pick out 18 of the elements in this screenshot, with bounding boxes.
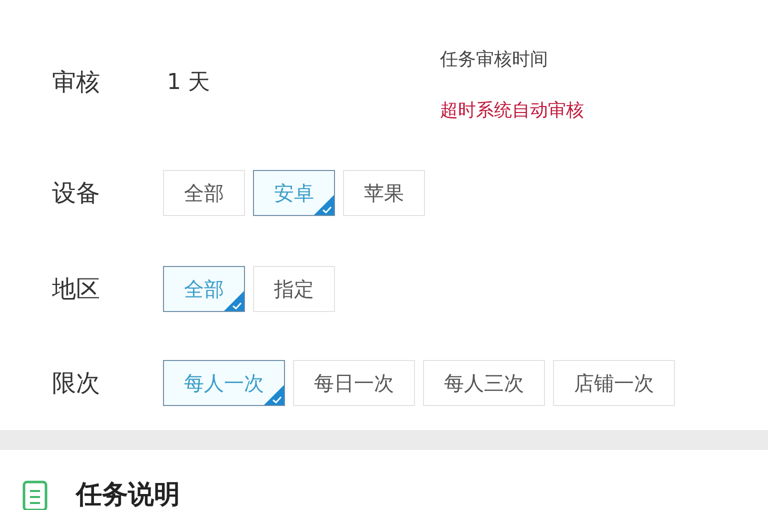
field-label: 限次 xyxy=(52,368,101,399)
option-chip[interactable]: 全部 xyxy=(163,170,245,216)
check-corner-icon xyxy=(314,195,334,215)
option-chip[interactable]: 每日一次 xyxy=(293,360,415,406)
option-chip[interactable]: 指定 xyxy=(253,266,335,312)
field-label: 地区 xyxy=(52,274,101,305)
timeout-warning: 超时系统自动审核 xyxy=(440,99,584,123)
option-chip[interactable]: 苹果 xyxy=(343,170,425,216)
section-title: 任务说明 xyxy=(76,479,180,510)
field-label: 审核 xyxy=(52,67,100,98)
field-label: 设备 xyxy=(52,178,101,209)
option-chip[interactable]: 每人三次 xyxy=(423,360,545,406)
review-time-label: 任务审核时间 xyxy=(440,48,549,72)
check-corner-icon xyxy=(224,291,244,311)
option-chip[interactable]: 店铺一次 xyxy=(553,360,675,406)
review-period: 1 天 xyxy=(166,68,210,96)
clipboard-icon xyxy=(22,480,48,510)
check-corner-icon xyxy=(264,385,284,405)
